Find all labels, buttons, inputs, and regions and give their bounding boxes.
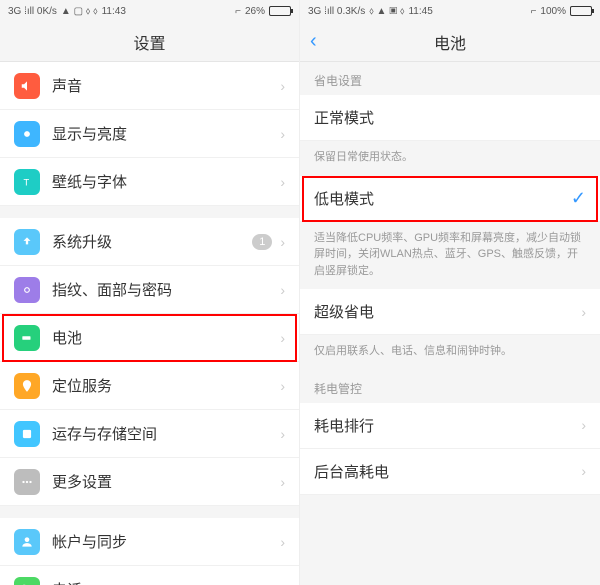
settings-item-security[interactable]: 指纹、面部与密码 ›	[0, 266, 299, 314]
settings-item-more[interactable]: 更多设置 ›	[0, 458, 299, 506]
item-label: 电话	[52, 579, 280, 585]
back-button[interactable]: ‹	[310, 30, 317, 53]
section-power-saving: 省电设置	[300, 62, 600, 95]
battery-setting-icon	[14, 325, 40, 351]
chevron-right-icon: ›	[280, 378, 285, 394]
item-label: 定位服务	[52, 375, 280, 396]
status-icons: ▲ ▢ ⬨ ⬨	[61, 6, 98, 17]
page-title: 设置	[133, 30, 165, 54]
status-bar: 3G ⁞ıll 0K/s ▲ ▢ ⬨ ⬨ 11:43 ⌐ 26%	[0, 0, 299, 22]
chevron-right-icon: ›	[280, 582, 285, 585]
item-label: 指纹、面部与密码	[52, 279, 280, 300]
settings-item-storage[interactable]: 运存与存储空间 ›	[0, 410, 299, 458]
wifi-icon: ⌐	[235, 6, 241, 17]
settings-item-sound[interactable]: 声音 ›	[0, 62, 299, 110]
chevron-right-icon: ›	[280, 474, 285, 490]
battery-percent: 100%	[540, 6, 566, 17]
battery-screen: 3G ⁞ıll 0.3K/s ⬨ ▲ ▣ ⬨ 11:45 ⌐ 100% ‹ 电池…	[300, 0, 600, 585]
mode-low-power[interactable]: 低电模式 ✓	[300, 176, 600, 222]
phone-icon	[14, 577, 40, 585]
chevron-right-icon: ›	[280, 78, 285, 94]
checkmark-icon: ✓	[571, 188, 586, 209]
item-label: 耗电排行	[314, 415, 581, 436]
location-icon	[14, 373, 40, 399]
item-label: 后台高耗电	[314, 461, 581, 482]
nav-header: 设置	[0, 22, 299, 62]
page-title: 电池	[434, 30, 466, 54]
item-label: 显示与亮度	[52, 123, 280, 144]
item-label: 更多设置	[52, 471, 280, 492]
item-label: 壁纸与字体	[52, 171, 280, 192]
chevron-right-icon: ›	[581, 417, 586, 433]
settings-item-account[interactable]: 帐户与同步 ›	[0, 518, 299, 566]
svg-text:T: T	[24, 177, 30, 187]
battery-icon	[570, 6, 592, 16]
settings-item-display[interactable]: 显示与亮度 ›	[0, 110, 299, 158]
settings-item-battery[interactable]: 电池 ›	[0, 314, 299, 362]
network-status: 3G ⁞ıll 0.3K/s	[308, 6, 365, 17]
nav-header: ‹ 电池	[300, 22, 600, 62]
account-icon	[14, 529, 40, 555]
sound-icon	[14, 73, 40, 99]
settings-item-update[interactable]: 系统升级 1 ›	[0, 218, 299, 266]
section-power-control: 耗电管控	[300, 370, 600, 403]
storage-icon	[14, 421, 40, 447]
status-time: 11:43	[102, 6, 126, 17]
settings-item-wallpaper[interactable]: T 壁纸与字体 ›	[0, 158, 299, 206]
item-label: 超级省电	[314, 301, 581, 322]
status-time: 11:45	[408, 6, 432, 17]
wifi-icon: ⌐	[531, 6, 537, 17]
status-bar: 3G ⁞ıll 0.3K/s ⬨ ▲ ▣ ⬨ 11:45 ⌐ 100%	[300, 0, 600, 22]
chevron-right-icon: ›	[280, 234, 285, 250]
item-label: 声音	[52, 75, 280, 96]
chevron-right-icon: ›	[280, 282, 285, 298]
chevron-right-icon: ›	[280, 174, 285, 190]
mode-normal[interactable]: 正常模式	[300, 95, 600, 141]
update-icon	[14, 229, 40, 255]
update-badge: 1	[252, 234, 272, 250]
wallpaper-icon: T	[14, 169, 40, 195]
chevron-right-icon: ›	[280, 330, 285, 346]
display-icon	[14, 121, 40, 147]
chevron-right-icon: ›	[280, 426, 285, 442]
settings-item-location[interactable]: 定位服务 ›	[0, 362, 299, 410]
status-icons: ⬨ ▲ ▣ ⬨	[369, 6, 404, 17]
item-label: 帐户与同步	[52, 531, 280, 552]
item-label: 低电模式	[314, 188, 571, 209]
item-power-ranking[interactable]: 耗电排行 ›	[300, 403, 600, 449]
mode-super-desc: 仅启用联系人、电话、信息和闹钟时钟。	[300, 335, 600, 370]
more-icon	[14, 469, 40, 495]
chevron-right-icon: ›	[280, 126, 285, 142]
mode-low-desc: 适当降低CPU频率、GPU频率和屏幕亮度，减少自动锁屏时间，关闭WLAN热点、蓝…	[300, 222, 600, 290]
chevron-right-icon: ›	[280, 534, 285, 550]
item-label: 电池	[52, 327, 280, 348]
settings-screen: 3G ⁞ıll 0K/s ▲ ▢ ⬨ ⬨ 11:43 ⌐ 26% 设置 声音 ›…	[0, 0, 300, 585]
settings-item-phone[interactable]: 电话 ›	[0, 566, 299, 585]
chevron-right-icon: ›	[581, 304, 586, 320]
network-status: 3G ⁞ıll 0K/s	[8, 6, 57, 17]
battery-icon	[269, 6, 291, 16]
mode-normal-desc: 保留日常使用状态。	[300, 141, 600, 176]
item-label: 运存与存储空间	[52, 423, 280, 444]
item-background-power[interactable]: 后台高耗电 ›	[300, 449, 600, 495]
mode-super-save[interactable]: 超级省电 ›	[300, 289, 600, 335]
chevron-right-icon: ›	[581, 463, 586, 479]
item-label: 系统升级	[52, 231, 252, 252]
fingerprint-icon	[14, 277, 40, 303]
item-label: 正常模式	[314, 107, 586, 128]
battery-percent: 26%	[245, 6, 265, 17]
